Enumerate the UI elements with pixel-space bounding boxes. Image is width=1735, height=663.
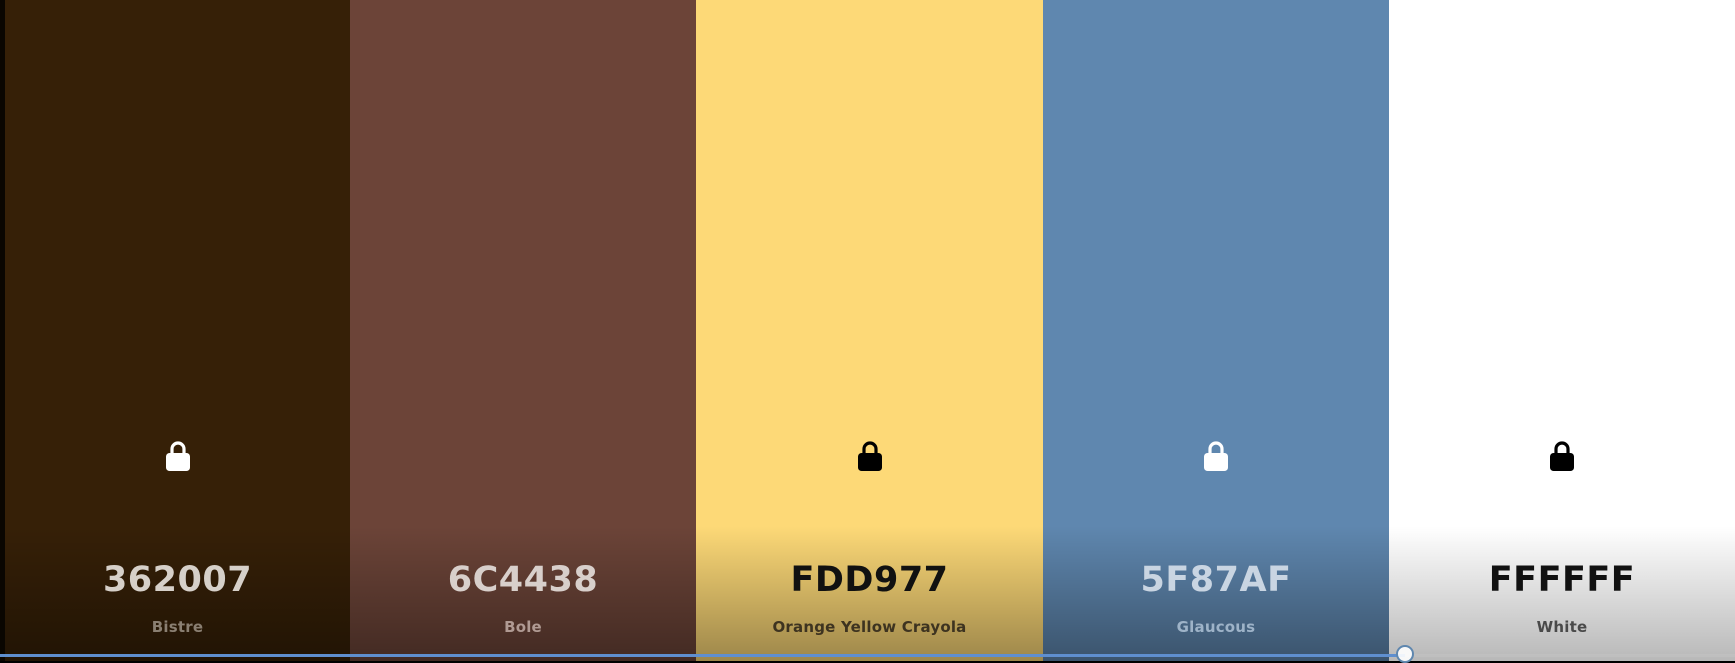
lock-icon[interactable] [164,440,192,472]
lock-icon[interactable] [856,440,884,472]
color-name[interactable]: Bole [350,618,696,636]
lock-icon[interactable] [1548,440,1576,472]
swatch-3[interactable]: FDD977 Orange Yellow Crayola [696,0,1043,661]
lock-icon[interactable] [1202,440,1230,472]
color-palette: 362007 Bistre 6C4438 Bole FDD977 Orange … [0,0,1735,661]
hex-code[interactable]: FFFFFF [1389,560,1735,600]
hex-code[interactable]: 5F87AF [1043,560,1389,600]
color-name[interactable]: White [1389,618,1735,636]
hex-code[interactable]: FDD977 [696,560,1043,600]
swatch-2[interactable]: 6C4438 Bole [350,0,696,661]
color-name[interactable]: Glaucous [1043,618,1389,636]
hex-code[interactable]: 6C4438 [350,560,696,600]
swatch-4[interactable]: 5F87AF Glaucous [1043,0,1389,661]
swatch-1[interactable]: 362007 Bistre [5,0,350,661]
progress-fill [0,654,1406,657]
color-name[interactable]: Orange Yellow Crayola [696,618,1043,636]
hex-code[interactable]: 362007 [5,560,350,600]
color-name[interactable]: Bistre [5,618,350,636]
swatch-5[interactable]: FFFFFF White [1389,0,1735,661]
video-progress-bar[interactable] [0,645,1735,663]
